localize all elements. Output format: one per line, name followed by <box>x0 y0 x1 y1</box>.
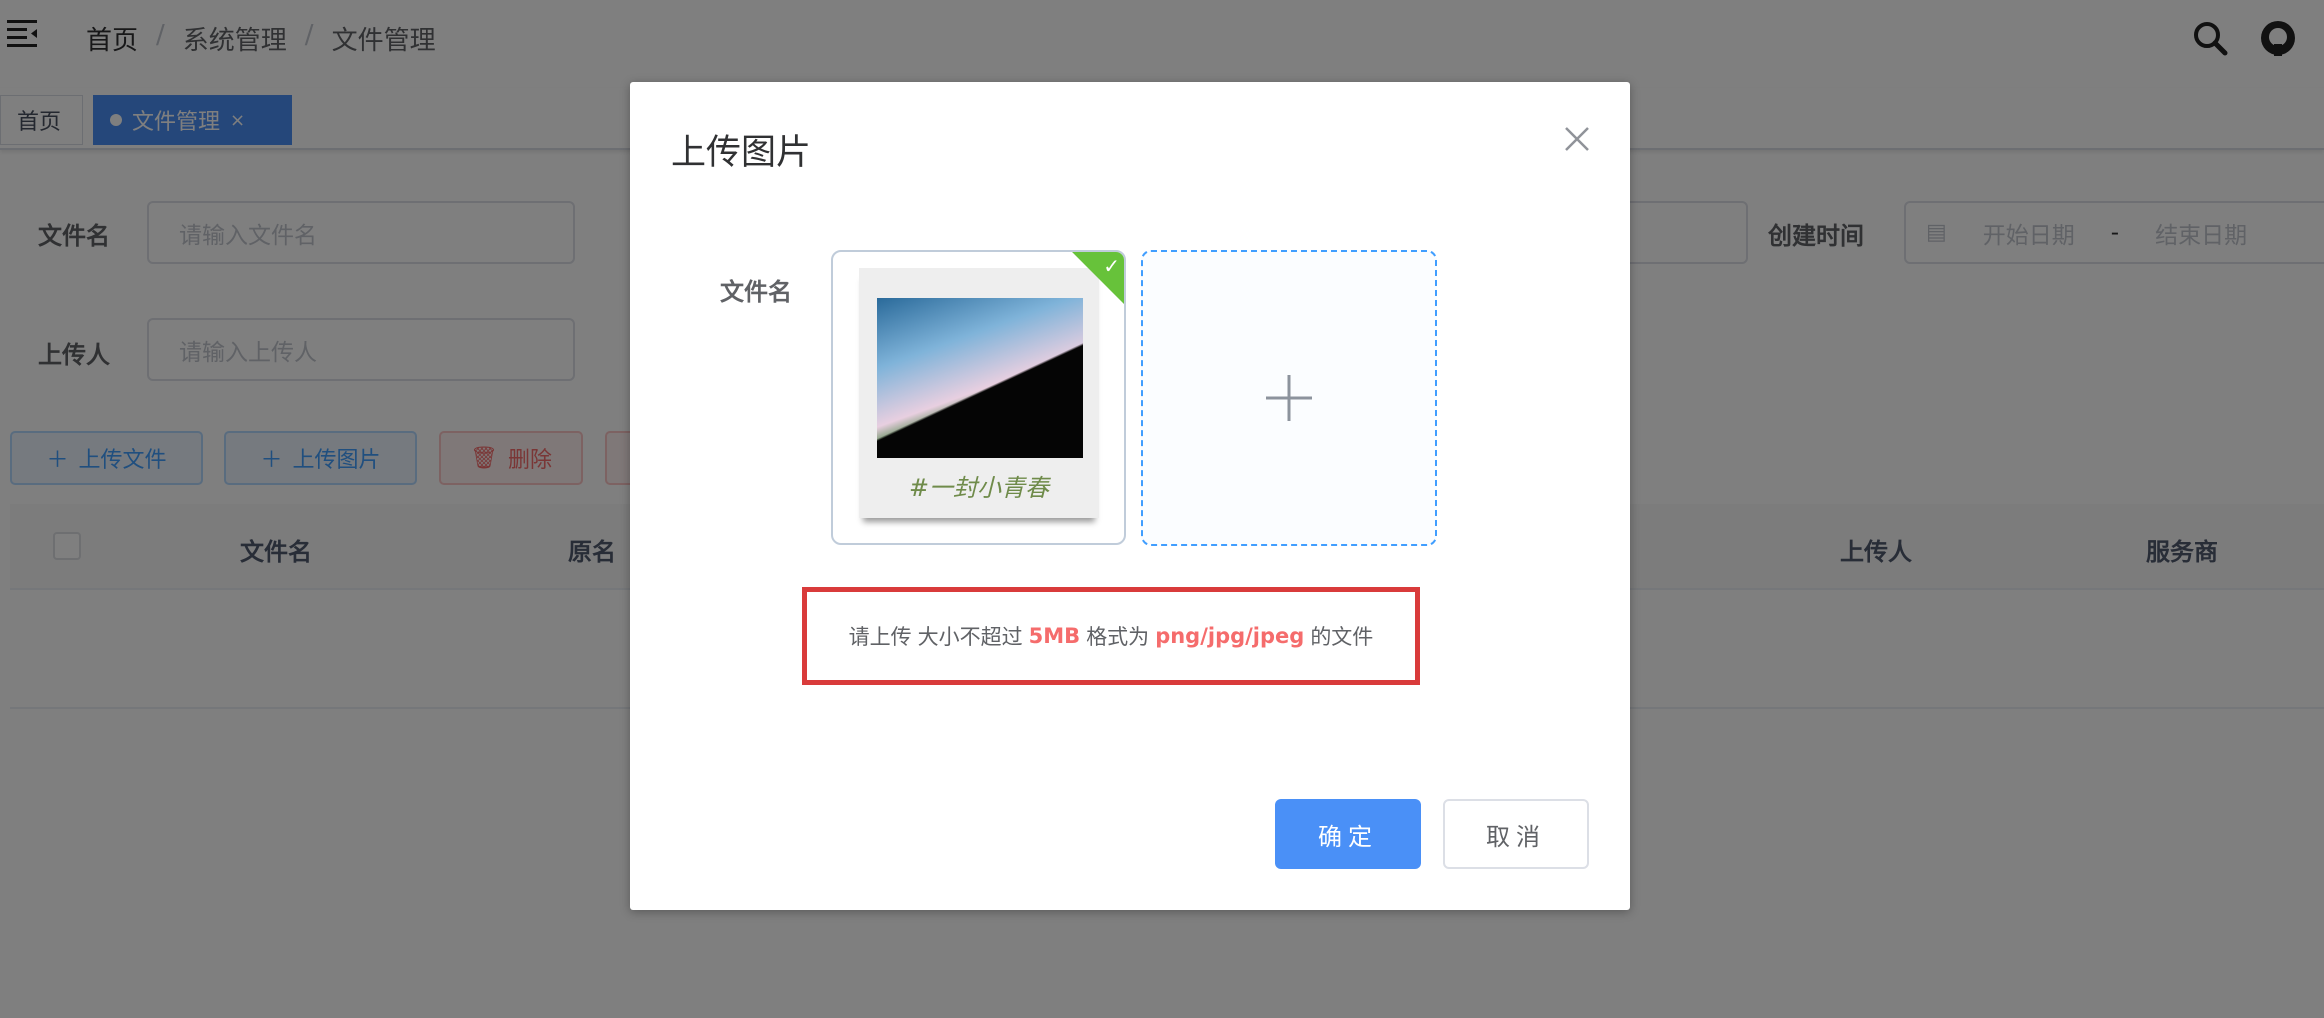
tip-text: 请上传 <box>848 625 912 649</box>
upload-image-dialog: 上传图片 文件名 #一封小青春 ✓ 请上传 大小不超过 5MB 格式为 png/… <box>630 82 1630 910</box>
check-icon: ✓ <box>1103 254 1120 278</box>
uploaded-image-thumbnail: #一封小青春 <box>859 268 1099 518</box>
image-caption: #一封小青春 <box>908 474 1050 502</box>
tip-formats: png/jpg/jpeg <box>1155 624 1305 648</box>
tip-size: 5MB <box>1028 624 1081 648</box>
cancel-button[interactable]: 取消 <box>1443 799 1589 869</box>
photo <box>877 298 1083 458</box>
plus-icon <box>1266 375 1312 421</box>
tip-text: 的文件 <box>1310 625 1374 649</box>
add-image-button[interactable] <box>1141 250 1437 546</box>
tip-text: 大小不超过 <box>917 625 1023 649</box>
upload-tip: 请上传 大小不超过 5MB 格式为 png/jpg/jpeg 的文件 <box>802 587 1420 685</box>
tip-text: 格式为 <box>1086 625 1150 649</box>
uploaded-image-card[interactable]: #一封小青春 ✓ <box>831 250 1126 545</box>
field-label: 文件名 <box>720 278 792 306</box>
close-icon[interactable] <box>1560 122 1594 156</box>
dialog-title: 上传图片 <box>671 133 812 173</box>
confirm-button[interactable]: 确定 <box>1275 799 1421 869</box>
